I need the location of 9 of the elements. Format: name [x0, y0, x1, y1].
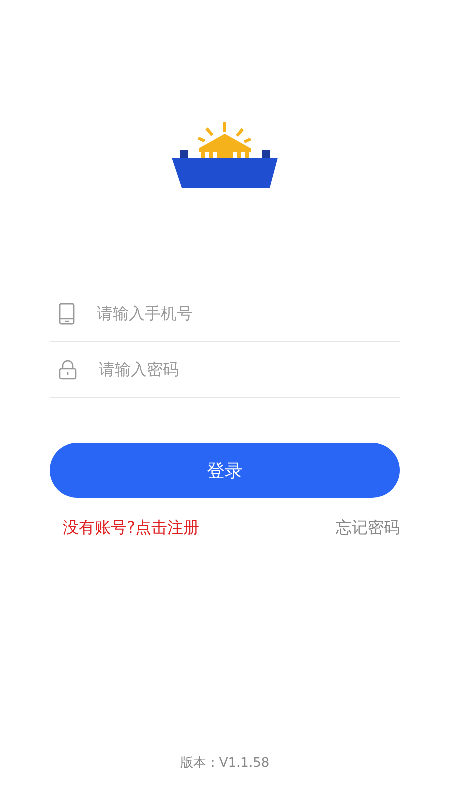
lock-icon	[59, 360, 77, 380]
forgot-password-link[interactable]: 忘记密码	[336, 518, 400, 539]
version-text: 版本：V1.1.58	[180, 755, 270, 772]
register-link[interactable]: 没有账号?点击注册	[63, 518, 200, 539]
password-field[interactable]: 请输入密码	[97, 359, 400, 380]
ship-logo-icon	[170, 120, 280, 190]
login-button[interactable]: 登录	[50, 443, 400, 498]
phone-field[interactable]: 请输入手机号	[95, 303, 400, 324]
phone-icon	[59, 302, 75, 324]
